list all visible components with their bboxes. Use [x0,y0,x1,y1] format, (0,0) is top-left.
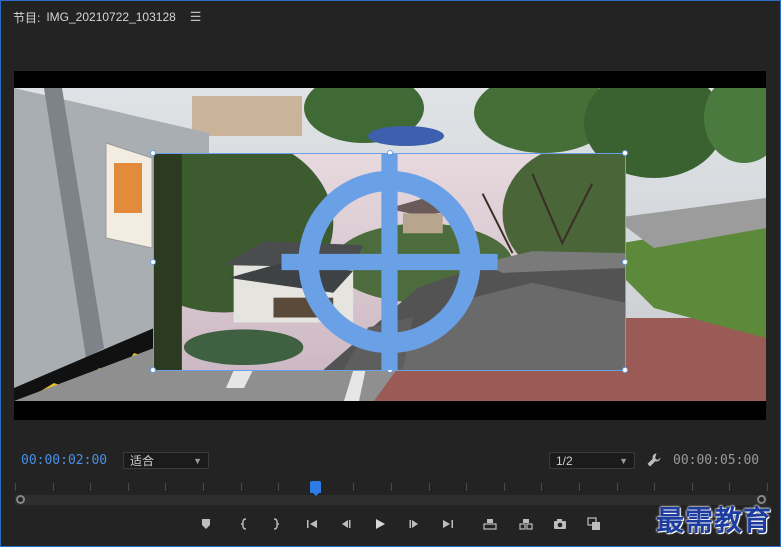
timeline-tick [241,483,242,491]
chevron-down-icon: ▼ [193,455,202,466]
video-preview[interactable] [14,71,766,420]
lift-button[interactable] [480,514,500,534]
timeline-tick [654,483,655,491]
add-marker-icon [202,519,210,529]
timeline-tick [692,483,693,491]
mini-timeline[interactable] [15,481,768,507]
scaled-clip-overlay[interactable] [150,150,628,373]
add-marker-button[interactable] [196,514,216,534]
in-point-handle[interactable] [16,495,25,504]
monitor-controls: 00:00:02:00 适合 ▼ 1/2 ▼ 00:00:05:00 [1,451,781,471]
sequence-name[interactable]: IMG_20210722_103128 [46,10,175,24]
extract-button[interactable] [516,514,536,534]
transport-toolbar [196,514,604,534]
timeline-tick [278,483,279,491]
zoom-level-select[interactable]: 适合 ▼ [123,452,209,469]
timeline-tick [767,483,768,491]
timeline-track[interactable] [15,495,767,505]
go-to-out-button[interactable] [438,514,458,534]
timeline-tick [203,483,204,491]
step-forward-icon [409,520,418,528]
program-monitor-panel: 节目: IMG_20210722_103128 ☰ 00:00:02:00 适合… [0,0,781,547]
timeline-tick [53,483,54,491]
export-frame-icon [554,519,566,529]
play-icon [376,519,385,529]
extract-icon [519,519,533,530]
step-forward-button[interactable] [404,514,424,534]
sequence-duration: 00:00:05:00 [673,453,760,468]
mark-in-icon [240,518,247,530]
play-button[interactable] [370,514,390,534]
timeline-tick [90,483,91,491]
timeline-tick [165,483,166,491]
zoom-level-value: 适合 [130,454,155,468]
step-back-button[interactable] [336,514,356,534]
step-back-icon [342,520,351,528]
mark-out-icon [273,518,280,530]
timeline-tick [729,483,730,491]
lift-icon [483,519,497,530]
panel-header: 节目: IMG_20210722_103128 ☰ [13,8,201,26]
background-clip-frame [14,88,766,401]
comparison-view-icon [587,517,600,530]
mark-in-button[interactable] [234,514,254,534]
go-to-in-icon [307,520,317,528]
go-to-out-icon [443,520,453,528]
playback-resolution-value: 1/2 [556,453,573,468]
anchor-point-icon[interactable] [154,154,625,370]
timeline-tick [466,483,467,491]
hamburger-icon[interactable]: ☰ [190,9,202,25]
timeline-tick [353,483,354,491]
timeline-tick [429,483,430,491]
timeline-tick [128,483,129,491]
timeline-tick [579,483,580,491]
watermark-logo: 最需教育 [656,504,773,537]
comparison-view-button[interactable] [584,514,604,534]
export-frame-button[interactable] [550,514,570,534]
chevron-down-icon: ▼ [619,455,628,466]
playhead[interactable] [310,481,321,496]
wrench-icon[interactable] [646,452,662,468]
timeline-tick [15,483,16,491]
playback-resolution-select[interactable]: 1/2 ▼ [549,452,635,469]
go-to-in-button[interactable] [302,514,322,534]
panel-title-label: 节目: [13,10,41,25]
current-timecode[interactable]: 00:00:02:00 [21,453,107,468]
timeline-tick [504,483,505,491]
timeline-tick [617,483,618,491]
timeline-tick [391,483,392,491]
timeline-tick [541,483,542,491]
mark-out-button[interactable] [266,514,286,534]
